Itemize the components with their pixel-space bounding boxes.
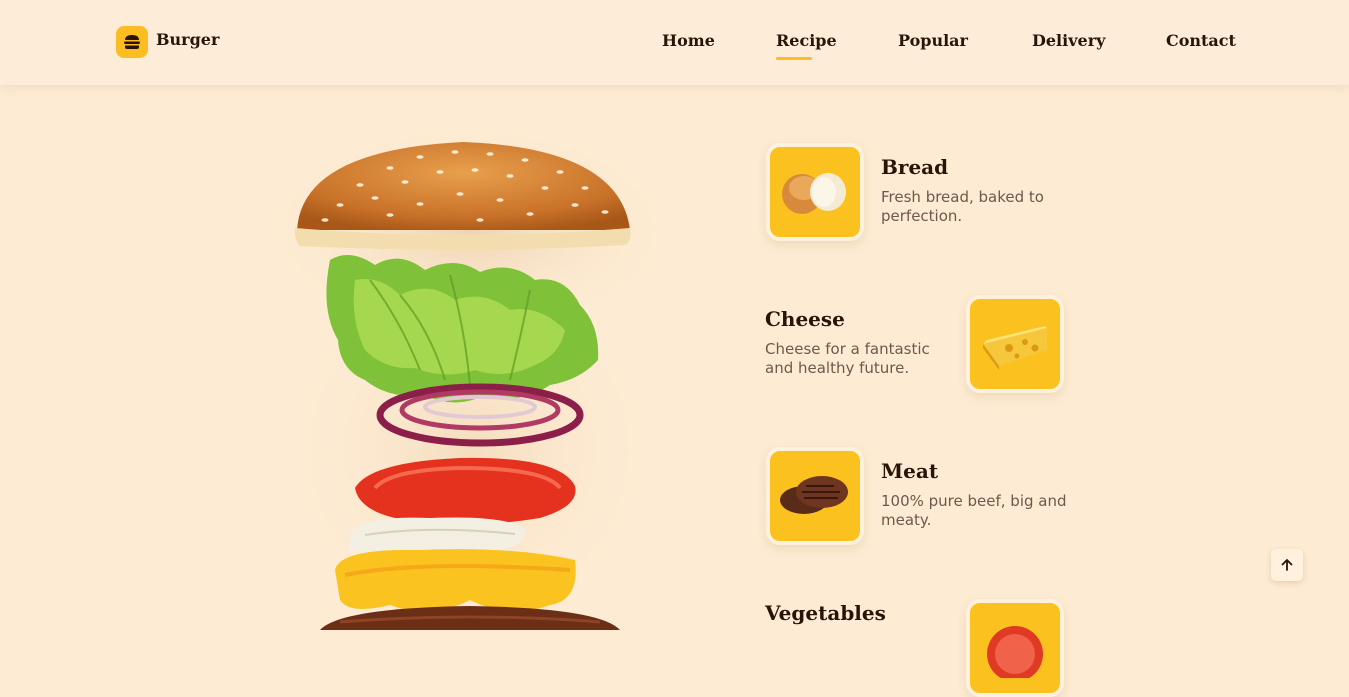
burger-stack-illustration: [260, 120, 680, 640]
header: Burger Home Recipe Popular Delivery Cont…: [0, 0, 1349, 85]
ingredient-title: Bread: [881, 155, 949, 179]
nav-recipe-label: Recipe: [776, 31, 837, 50]
scroll-to-top-button[interactable]: [1271, 549, 1303, 581]
burger-logo-icon: [116, 26, 148, 58]
tomato-slice: [355, 457, 576, 525]
logo[interactable]: Burger: [116, 26, 219, 58]
nav-recipe[interactable]: Recipe: [776, 31, 837, 60]
tomato-icon: [966, 599, 1064, 697]
ingredient-description: 100% pure beef, big and meaty.: [881, 492, 1067, 529]
patty: [320, 606, 620, 630]
active-nav-underline: [776, 57, 812, 60]
meat-icon: [766, 447, 864, 545]
cheese-slice: [335, 549, 576, 612]
ingredient-description: Fresh bread, baked to perfection.: [881, 188, 1044, 225]
nav-delivery[interactable]: Delivery: [1032, 31, 1105, 50]
nav-contact[interactable]: Contact: [1166, 31, 1236, 50]
logo-text: Burger: [156, 29, 220, 49]
nav-home[interactable]: Home: [662, 31, 715, 50]
ingredient-description: Cheese for a fantastic and healthy futur…: [765, 340, 930, 377]
ingredient-title: Meat: [881, 459, 939, 483]
ingredient-title: Cheese: [765, 307, 845, 331]
cheese-icon: [966, 295, 1064, 393]
nav-popular[interactable]: Popular: [898, 31, 968, 50]
arrow-up-icon: [1281, 559, 1293, 571]
bread-icon: [766, 143, 864, 241]
ingredient-title: Vegetables: [765, 601, 886, 625]
